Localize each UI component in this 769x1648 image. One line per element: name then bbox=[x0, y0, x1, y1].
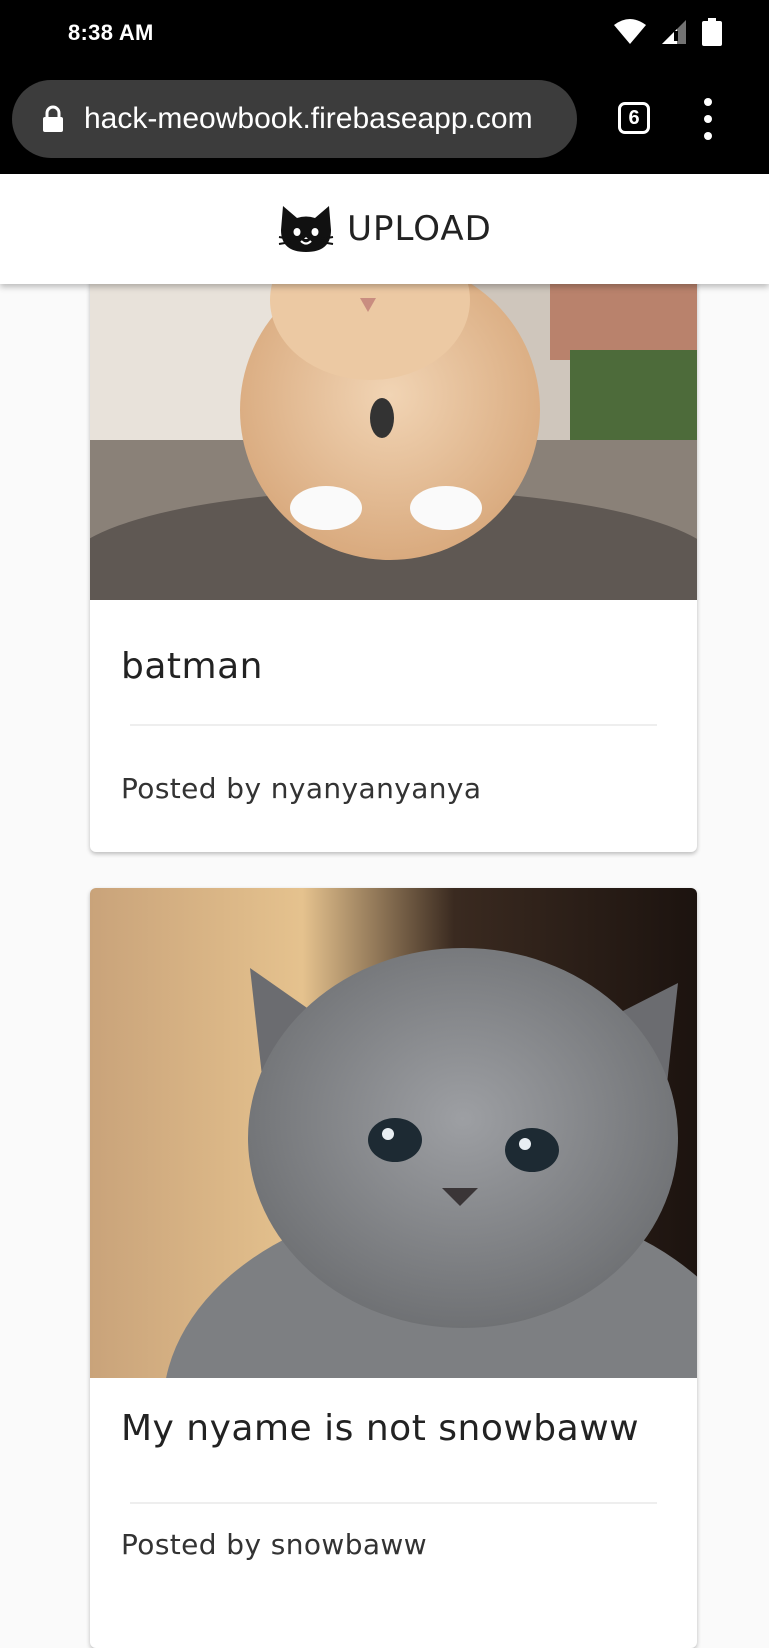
post-card: My nyame is not snowbaww Posted by snowb… bbox=[90, 888, 697, 1648]
upload-label[interactable]: UPLOAD bbox=[347, 209, 492, 249]
status-icons bbox=[613, 18, 723, 46]
card-divider bbox=[130, 724, 657, 726]
post-card: batman Posted by nyanyanyanya bbox=[90, 240, 697, 852]
upload-button[interactable]: UPLOAD bbox=[277, 204, 492, 254]
post-photo[interactable] bbox=[90, 888, 697, 1378]
url-text[interactable]: hack-meowbook.firebaseapp.com bbox=[84, 102, 533, 136]
post-title: My nyame is not snowbaww bbox=[121, 1408, 640, 1449]
post-title: batman bbox=[121, 646, 263, 687]
app-header: UPLOAD bbox=[0, 174, 769, 284]
post-author: Posted by snowbaww bbox=[121, 1528, 428, 1561]
address-bar[interactable]: hack-meowbook.firebaseapp.com bbox=[12, 80, 577, 158]
lock-icon bbox=[42, 104, 66, 134]
signal-icon bbox=[662, 20, 686, 44]
status-bar: 8:38 AM bbox=[0, 0, 769, 70]
status-time: 8:38 AM bbox=[68, 20, 154, 45]
card-divider bbox=[130, 1502, 657, 1504]
post-photo[interactable] bbox=[90, 240, 697, 600]
cat-face-icon bbox=[278, 206, 334, 252]
wifi-icon bbox=[614, 19, 646, 44]
browser-toolbar: hack-meowbook.firebaseapp.com 6 bbox=[0, 70, 769, 174]
overflow-menu-icon[interactable] bbox=[700, 98, 716, 140]
post-author: Posted by nyanyanyanya bbox=[121, 772, 482, 805]
tab-switcher-button[interactable]: 6 bbox=[618, 102, 650, 134]
battery-icon bbox=[702, 18, 722, 46]
